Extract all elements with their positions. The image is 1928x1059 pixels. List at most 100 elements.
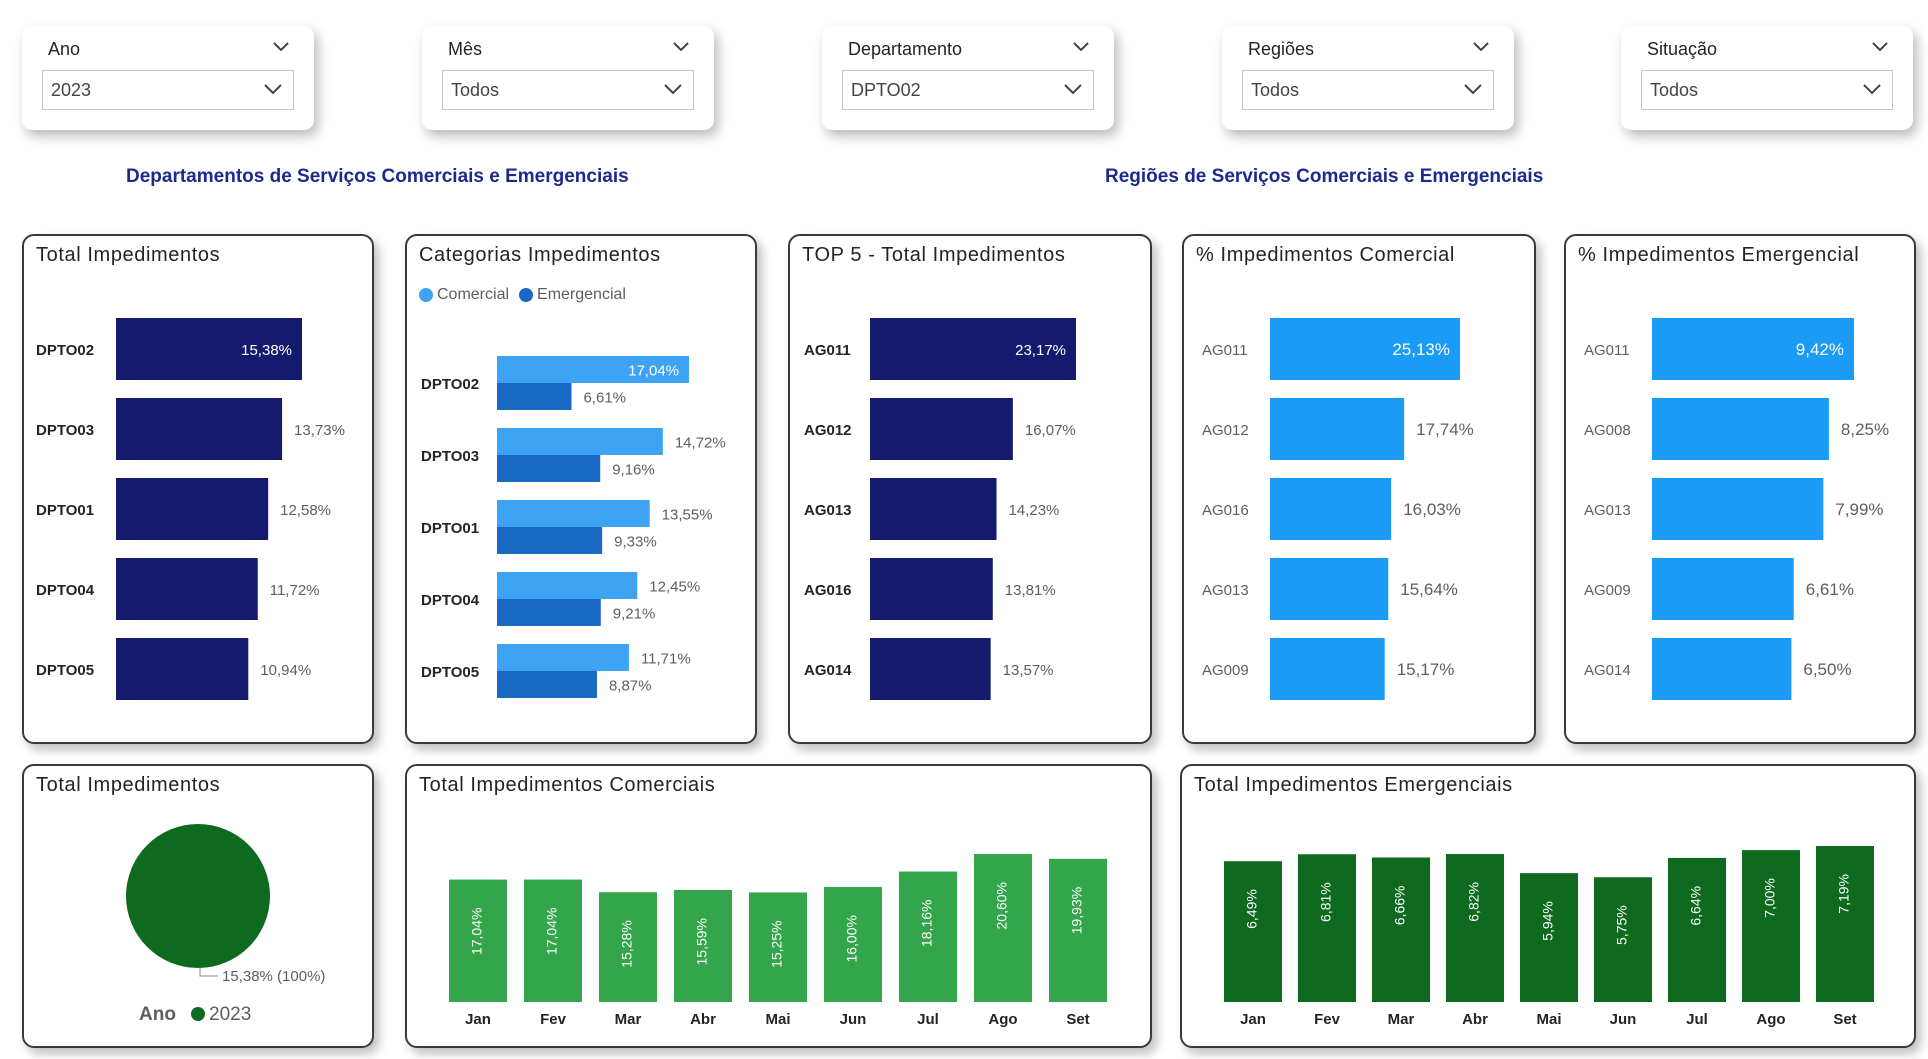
data-label: 7,99% — [1835, 500, 1883, 519]
category-label: Jul — [1686, 1011, 1708, 1028]
data-label: 16,07% — [1025, 422, 1076, 439]
category-label: Jan — [465, 1011, 491, 1028]
data-label: 6,81% — [1318, 882, 1334, 922]
slicer-dropdown[interactable]: DPTO02 — [842, 70, 1094, 110]
data-label: 11,72% — [270, 582, 320, 599]
data-label: 9,16% — [612, 462, 655, 479]
data-label: 6,61% — [583, 390, 626, 407]
bar[interactable] — [1298, 854, 1356, 1002]
category-label: DPTO05 — [421, 664, 479, 681]
bar[interactable] — [1224, 861, 1282, 1002]
category-label: Jun — [1610, 1011, 1637, 1028]
data-label: 6,82% — [1466, 882, 1482, 922]
category-label: Mar — [1388, 1011, 1415, 1028]
bar[interactable] — [1652, 558, 1794, 620]
slicer-dropdown[interactable]: Todos — [442, 70, 694, 110]
data-label: 15,28% — [619, 920, 635, 967]
data-label: 8,87% — [609, 678, 652, 695]
pie-slice[interactable] — [126, 824, 270, 968]
chevron-down-icon[interactable] — [1072, 40, 1090, 54]
bar[interactable] — [116, 638, 249, 700]
data-label: 7,19% — [1836, 874, 1852, 914]
data-label: 6,64% — [1688, 886, 1704, 926]
chevron-down-icon[interactable] — [1472, 40, 1490, 54]
category-label: AG014 — [1584, 662, 1631, 679]
chevron-down-icon[interactable] — [272, 40, 290, 54]
slicer-mes[interactable]: Mês Todos — [422, 26, 714, 130]
slicer-title: Situação — [1647, 39, 1718, 59]
data-label: 6,66% — [1392, 885, 1408, 925]
bar[interactable] — [870, 638, 991, 700]
bar[interactable] — [870, 478, 997, 540]
bar[interactable] — [870, 558, 993, 620]
bar-comercial[interactable] — [497, 572, 638, 599]
slicer-regioes[interactable]: Regiões Todos — [1222, 26, 1514, 130]
slicer-dropdown[interactable]: Todos — [1242, 70, 1494, 110]
chart-total-impedimentos-pie: Total Impedimentos 15,38% (100%) Ano 2023 — [22, 764, 374, 1048]
bar[interactable] — [870, 398, 1013, 460]
data-label: 12,45% — [649, 579, 700, 596]
data-label: 15,59% — [694, 918, 710, 965]
bar-comercial[interactable] — [497, 428, 663, 455]
chart-pct-impedimentos-comercial: % Impedimentos Comercial AG011 25,13% AG01… — [1182, 234, 1536, 744]
chart-total-impedimentos-dpto: Total Impedimentos DPTO02 15,38% DPTO03 13,… — [22, 234, 374, 744]
legend-title: Ano — [139, 1004, 176, 1025]
bar-emergencial[interactable] — [497, 455, 601, 482]
slicer-dropdown[interactable]: 2023 — [42, 70, 294, 110]
data-label: 5,94% — [1540, 901, 1556, 941]
bar[interactable] — [116, 478, 269, 540]
category-label: Mar — [615, 1011, 642, 1028]
bar[interactable] — [1652, 478, 1824, 540]
bar[interactable] — [1668, 857, 1726, 1002]
data-label: 17,04% — [628, 363, 679, 380]
leader-line — [199, 968, 218, 977]
slicer-departamento[interactable]: Departamento DPTO02 — [822, 26, 1114, 130]
bar[interactable] — [1652, 638, 1792, 700]
bar-comercial[interactable] — [497, 644, 629, 671]
bar[interactable] — [1372, 857, 1430, 1002]
bar-emergencial[interactable] — [497, 527, 603, 554]
bar[interactable] — [116, 558, 258, 620]
category-label: AG013 — [1202, 582, 1249, 599]
bar[interactable] — [1270, 638, 1385, 700]
category-label: AG016 — [1202, 502, 1249, 519]
slicer-situacao[interactable]: Situação Todos — [1621, 26, 1913, 130]
category-label: DPTO04 — [421, 592, 480, 609]
data-label: 14,23% — [1009, 502, 1060, 519]
bar-emergencial[interactable] — [497, 383, 572, 410]
bar[interactable] — [1742, 850, 1800, 1002]
chevron-down-icon[interactable] — [672, 40, 690, 54]
chevron-down-icon[interactable] — [1871, 40, 1889, 54]
bar[interactable] — [1446, 854, 1504, 1002]
slicer-value: DPTO02 — [851, 80, 921, 100]
data-label: 16,03% — [1403, 500, 1461, 519]
data-label: 13,73% — [294, 422, 345, 439]
data-label: 17,04% — [469, 908, 485, 955]
category-label: AG009 — [1202, 662, 1249, 679]
category-label: Set — [1833, 1011, 1856, 1028]
slicer-dropdown[interactable]: Todos — [1641, 70, 1893, 110]
slicer-value: Todos — [1650, 80, 1699, 100]
bar[interactable] — [1270, 398, 1405, 460]
bar-emergencial[interactable] — [497, 599, 601, 626]
bar[interactable] — [1652, 398, 1829, 460]
data-label: 16,00% — [844, 915, 860, 962]
category-label: AG011 — [1202, 342, 1248, 359]
data-label: 8,25% — [1841, 420, 1889, 439]
chart-canvas: AG011 25,13% AG012 17,74% AG016 16,03% AG013 15… — [1202, 318, 1474, 700]
data-label: 6,61% — [1806, 580, 1854, 599]
bar-comercial[interactable] — [497, 500, 650, 527]
bar[interactable] — [116, 398, 283, 460]
bar[interactable] — [1270, 558, 1389, 620]
bar[interactable] — [1270, 478, 1392, 540]
section-title-departments: Departamentos de Serviços Comerciais e E… — [126, 166, 629, 187]
chart-categorias-impedimentos: Categorias Impedimentos Comercial Emerge… — [405, 234, 757, 744]
bar[interactable] — [1816, 846, 1874, 1002]
category-label: DPTO03 — [36, 422, 94, 439]
category-label: Ago — [1756, 1011, 1785, 1028]
slicer-ano[interactable]: Ano 2023 — [22, 26, 314, 130]
chart-canvas: AG011 23,17% AG012 16,07% AG013 14,23% AG016 13… — [804, 318, 1076, 700]
data-label: 11,71% — [641, 651, 691, 668]
category-label: Jan — [1240, 1011, 1266, 1028]
bar-emergencial[interactable] — [497, 671, 597, 698]
